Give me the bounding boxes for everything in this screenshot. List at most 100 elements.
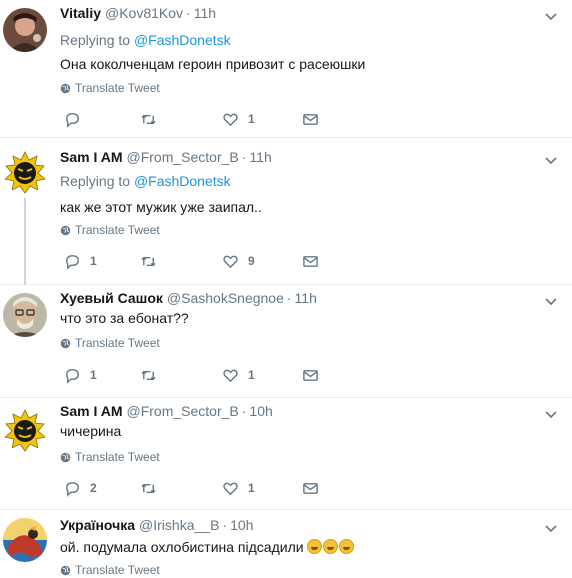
avatar[interactable] [3,408,47,452]
tweet-header: Sam I AM @From_Sector_B · 10h [60,402,273,420]
translate-tweet-link[interactable]: Translate Tweet [60,335,160,351]
translate-tweet-link[interactable]: Translate Tweet [60,449,160,465]
separator-dot: · [186,5,191,21]
tweet-text: что это за ебонат?? [60,310,189,326]
timestamp[interactable]: 10h [249,403,272,419]
chevron-down-icon[interactable] [544,522,558,536]
timestamp[interactable]: 10h [230,517,253,533]
retweet-button[interactable] [140,109,166,129]
chevron-down-icon[interactable] [544,408,558,422]
translate-label: Translate Tweet [75,81,160,95]
retweet-icon [141,370,156,380]
chevron-down-icon[interactable] [544,295,558,309]
translate-tweet-link[interactable]: Translate Tweet [60,562,160,578]
reply-icon [66,368,79,384]
tweet[interactable]: Україночка @Irishka__B · 10h ой. подумала о… [0,510,572,578]
translate-tweet-link[interactable]: Translate Tweet [60,222,160,238]
chevron-down-icon[interactable] [544,10,558,24]
tweet-text: ой. подумала охлобистина підсадили [60,538,354,556]
replying-to-handle-link[interactable]: @FashDonetsk [134,32,231,48]
tweet-text: Она коколченцам героин привозит с расеюш… [60,56,366,72]
reply-icon [66,254,79,270]
reply-button[interactable]: 1 [64,251,97,271]
heart-icon [223,369,238,382]
retweet-button[interactable] [140,365,166,385]
reply-button[interactable]: 2 [64,478,97,498]
tweet-actions: 1 9 [60,251,330,271]
like-count: 1 [248,368,255,382]
user-handle[interactable]: @SashokSnegnoe [167,290,284,306]
rolling-on-floor-laughing-emoji-icon [338,539,354,554]
tweet-header: Україночка @Irishka__B · 10h [60,516,253,534]
display-name[interactable]: Хуевый Сашок [60,290,163,306]
envelope-icon [303,113,318,125]
tweet[interactable]: Sam I AM @From_Sector_B · 10h чичерина Tran… [0,398,572,510]
user-handle[interactable]: @Kov81Kov [105,5,183,21]
heart-icon [223,113,238,126]
replying-to: Replying to @FashDonetsk [60,172,231,190]
tweet[interactable]: Vitaliy @Kov81Kov · 11h Replying to @FashDo… [0,0,572,138]
tweet-actions: 1 [60,109,330,129]
separator-dot: · [286,290,292,306]
retweet-button[interactable] [140,251,166,271]
replying-to: Replying to @FashDonetsk [60,31,231,49]
tweet-header: Sam I AM @From_Sector_B · 11h [60,148,272,166]
reply-count: 1 [90,254,97,268]
tweet-actions: 2 1 [60,478,330,498]
user-handle[interactable]: @Irishka__B [139,517,219,533]
reply-button[interactable]: 1 [64,365,97,385]
translate-label: Translate Tweet [75,450,160,464]
avatar[interactable] [3,150,47,194]
translate-label: Translate Tweet [75,223,160,237]
direct-message-button[interactable] [302,478,319,498]
like-button[interactable]: 9 [222,251,255,271]
direct-message-button[interactable] [302,109,319,129]
globe-icon [60,83,71,93]
replying-to-handle-link[interactable]: @FashDonetsk [134,173,231,189]
avatar[interactable] [3,293,47,337]
translate-label: Translate Tweet [75,336,160,350]
display-name[interactable]: Sam I AM [60,149,123,165]
timestamp[interactable]: 11h [249,149,271,165]
rolling-on-floor-laughing-emoji-icon [322,539,338,554]
retweet-icon [141,114,156,124]
tweet-text: как же этот мужик уже заипал.. [60,199,262,215]
avatar[interactable] [3,518,47,562]
translate-tweet-link[interactable]: Translate Tweet [60,80,160,96]
reply-icon [66,112,79,128]
tweet[interactable]: Хуевый Сашок @SashokSnegnoe · 11h что это з… [0,285,572,398]
user-handle[interactable]: @From_Sector_B [127,149,239,165]
tweet-header: Vitaliy @Kov81Kov · 11h [60,4,216,22]
display-name[interactable]: Sam I AM [60,403,123,419]
replying-to-label: Replying to [60,173,131,189]
tweet-text-content: ой. подумала охлобистина підсадили [60,539,304,555]
direct-message-button[interactable] [302,365,319,385]
separator-dot: · [241,403,247,419]
like-button[interactable]: 1 [222,109,255,129]
retweet-button[interactable] [140,478,166,498]
heart-icon [223,482,238,495]
like-count: 1 [248,112,255,126]
like-button[interactable]: 1 [222,365,255,385]
avatar[interactable] [3,8,47,52]
display-name[interactable]: Vitaliy [60,5,101,21]
user-handle[interactable]: @From_Sector_B [127,403,239,419]
like-count: 1 [248,481,255,495]
tweet-text: чичерина [60,423,122,439]
globe-icon [60,452,71,462]
display-name[interactable]: Україночка [60,517,135,533]
rolling-on-floor-laughing-emoji-icon [306,539,322,554]
separator-dot: · [241,149,247,165]
like-button[interactable]: 1 [222,478,255,498]
reply-button[interactable] [64,109,90,129]
direct-message-button[interactable] [302,251,319,271]
tweet-header: Хуевый Сашок @SashokSnegnoe · 11h [60,289,317,307]
reply-feed: Vitaliy @Kov81Kov · 11h Replying to @FashDo… [0,0,572,578]
timestamp[interactable]: 11h [295,290,317,306]
tweet[interactable]: Sam I AM @From_Sector_B · 11h Replying to @… [0,138,572,285]
envelope-icon [303,369,318,381]
chevron-down-icon[interactable] [544,154,558,168]
retweet-icon [141,483,156,493]
timestamp[interactable]: 11h [194,5,216,21]
reply-count: 2 [90,481,97,495]
